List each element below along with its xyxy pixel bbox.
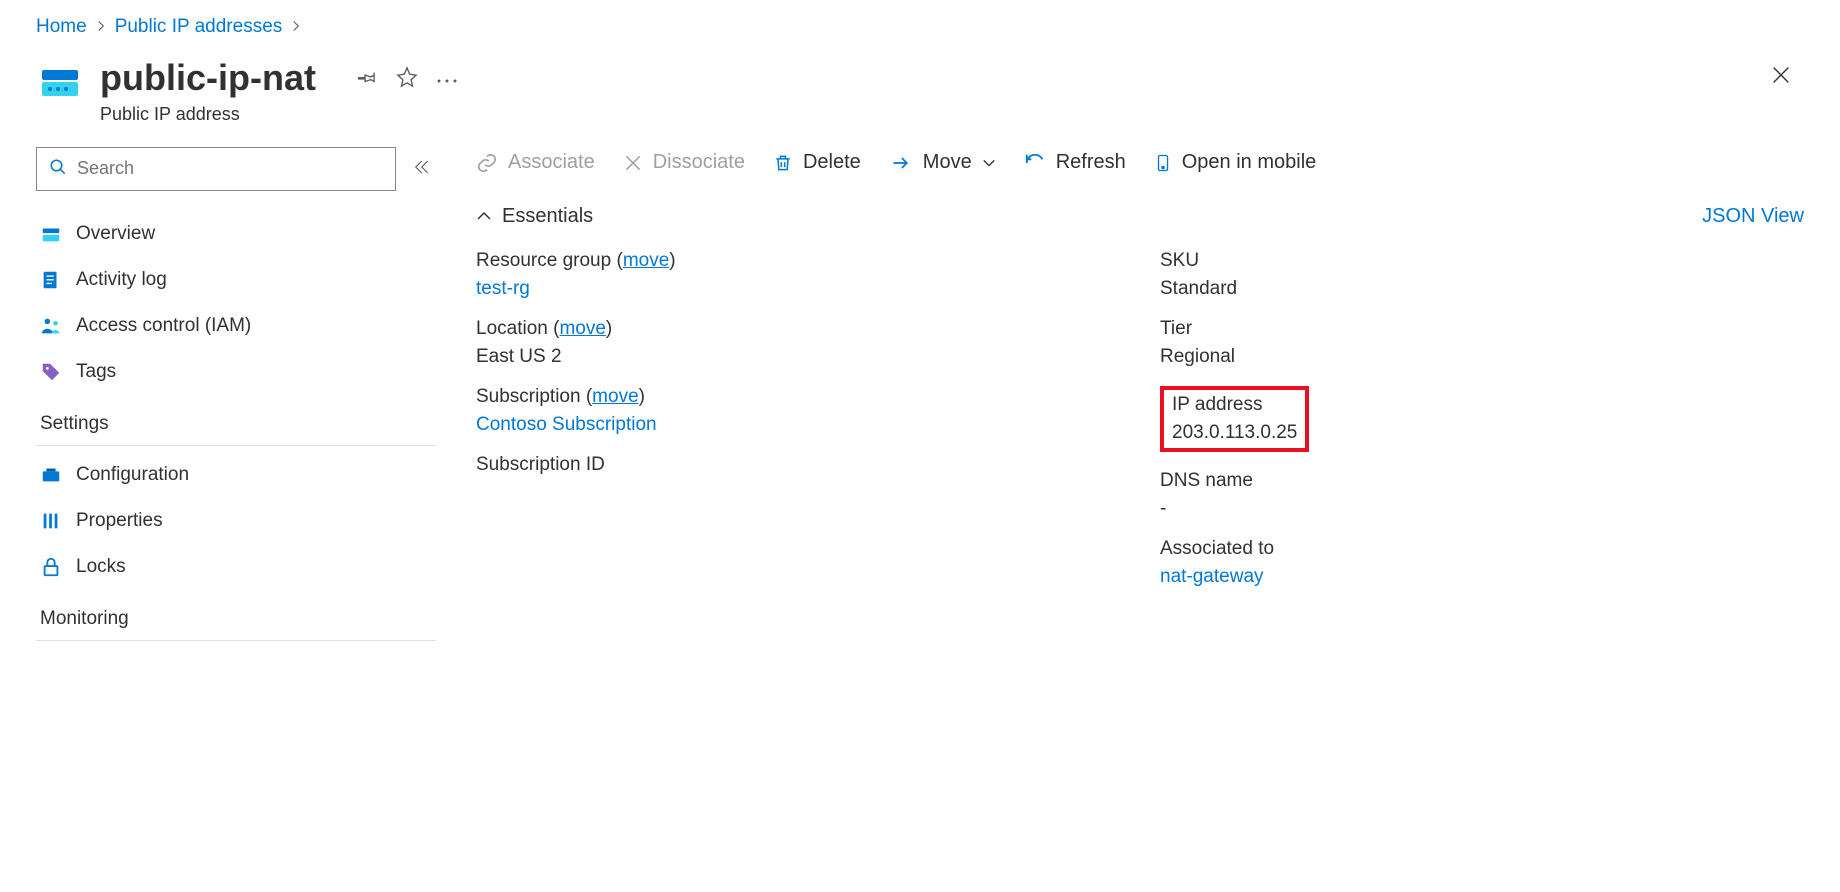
page-title: public-ip-nat [100,58,316,98]
essentials-field: SKU Standard [1160,250,1804,300]
tags-icon [40,361,62,383]
refresh-button[interactable]: Refresh [1024,151,1126,174]
nav-label: Access control (IAM) [76,315,251,337]
nav-label: Activity log [76,269,167,291]
nav-heading-monitoring: Monitoring [36,590,436,641]
essentials-field: Subscription ID [476,454,1120,476]
essentials-grid: Resource group (move) test-rg Location (mo… [476,250,1804,606]
nav-list: Overview Activity log Access control (IA… [36,211,436,641]
field-label: Subscription ID [476,454,1120,476]
field-value: East US 2 [476,346,1120,368]
nav-item-configuration[interactable]: Configuration [36,452,436,498]
field-label: Tier [1160,318,1804,340]
open-mobile-button[interactable]: Open in mobile [1154,151,1317,175]
dissociate-button: Dissociate [623,151,745,174]
chevron-up-icon [476,208,492,224]
breadcrumb-parent[interactable]: Public IP addresses [115,16,283,38]
nav-item-access-control[interactable]: Access control (IAM) [36,303,436,349]
essentials-field: Location (move) East US 2 [476,318,1120,368]
access-control-icon [40,315,62,337]
field-label: Resource group (move) [476,250,1120,272]
activity-log-icon [40,269,62,291]
page-header: public-ip-nat Public IP address [36,58,1804,125]
pin-icon[interactable] [356,66,378,91]
search-input[interactable] [77,158,383,179]
move-link[interactable]: move [592,386,638,407]
field-value: Regional [1160,346,1804,368]
chevron-down-icon [982,156,996,170]
json-view-link[interactable]: JSON View [1702,205,1804,228]
nav-item-overview[interactable]: Overview [36,211,436,257]
essentials-field: Subscription (move) Contoso Subscription [476,386,1120,436]
more-icon[interactable] [436,71,458,87]
nav-item-tags[interactable]: Tags [36,349,436,395]
nav-heading-settings: Settings [36,395,436,446]
star-icon[interactable] [396,66,418,91]
close-icon[interactable] [1770,64,1792,89]
nav-item-locks[interactable]: Locks [36,544,436,590]
field-label: Associated to [1160,538,1804,560]
collapse-sidebar-icon[interactable] [412,158,430,179]
essentials-field: DNS name - [1160,470,1804,520]
field-value[interactable]: test-rg [476,278,1120,300]
move-button[interactable]: Move [889,151,996,174]
field-value[interactable]: nat-gateway [1160,566,1804,588]
page-subtitle: Public IP address [100,104,316,125]
essentials-field: IP address 203.0.113.0.25 [1160,386,1804,452]
nav-label: Overview [76,223,155,245]
search-icon [49,158,67,179]
public-ip-icon [36,58,84,106]
sidebar: Overview Activity log Access control (IA… [36,147,436,647]
nav-label: Properties [76,510,163,532]
delete-button[interactable]: Delete [773,151,861,174]
nav-item-properties[interactable]: Properties [36,498,436,544]
nav-label: Tags [76,361,116,383]
field-value: Standard [1160,278,1804,300]
toolbar: Associate Dissociate Delete Move Refresh [476,151,1804,175]
essentials-field: Tier Regional [1160,318,1804,368]
field-value: - [1160,498,1804,520]
content-pane: Associate Dissociate Delete Move Refresh [476,147,1804,647]
highlight-box: IP address 203.0.113.0.25 [1160,386,1309,452]
field-value[interactable]: Contoso Subscription [476,414,1120,436]
lock-icon [40,556,62,578]
essentials-field: Resource group (move) test-rg [476,250,1120,300]
field-label: DNS name [1160,470,1804,492]
field-label: Location (move) [476,318,1120,340]
configuration-icon [40,464,62,486]
field-label: Subscription (move) [476,386,1120,408]
chevron-right-icon [95,16,107,38]
essentials-field: Associated to nat-gateway [1160,538,1804,588]
breadcrumb: Home Public IP addresses [36,16,1804,38]
field-value: 203.0.113.0.25 [1172,422,1297,444]
chevron-right-icon [290,16,302,38]
search-box[interactable] [36,147,396,191]
properties-icon [40,510,62,532]
overview-icon [40,223,62,245]
nav-label: Locks [76,556,126,578]
associate-button: Associate [476,151,595,174]
nav-label: Configuration [76,464,189,486]
breadcrumb-home[interactable]: Home [36,16,87,38]
field-label: IP address [1172,394,1297,416]
field-label: SKU [1160,250,1804,272]
essentials-toggle[interactable]: Essentials JSON View [476,205,1804,228]
nav-item-activity-log[interactable]: Activity log [36,257,436,303]
move-link[interactable]: move [559,318,605,339]
move-link[interactable]: move [623,250,669,271]
